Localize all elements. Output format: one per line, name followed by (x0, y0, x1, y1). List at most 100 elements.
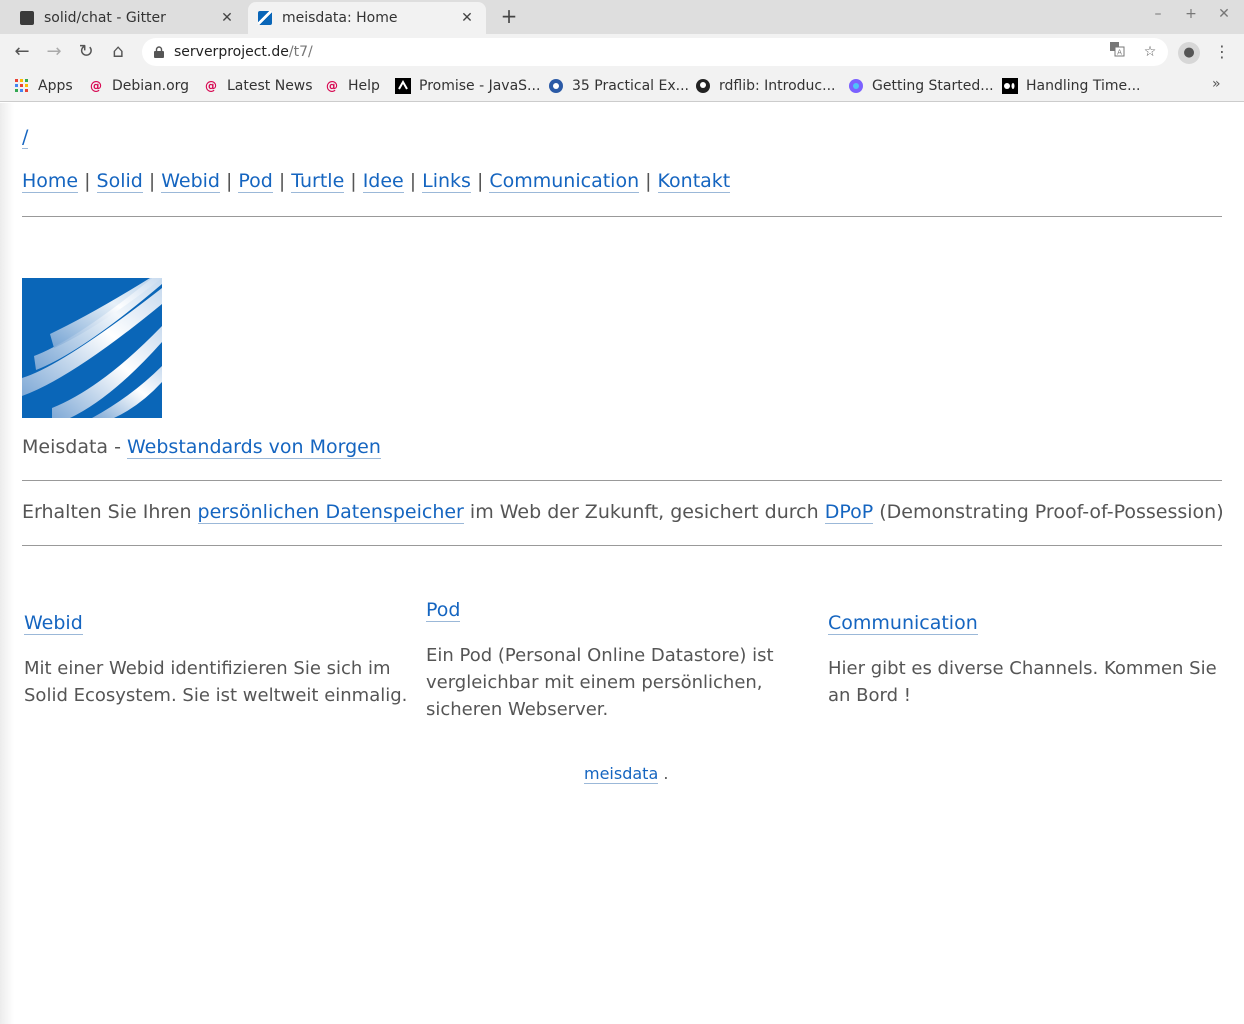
bookmark-getting-started[interactable]: Getting Started... (848, 76, 994, 96)
nav-pod[interactable]: Pod (238, 170, 273, 193)
divider (22, 545, 1222, 546)
bookmark-label: Latest News (227, 78, 313, 94)
bookmark-label: Help (348, 78, 380, 94)
bookmark-debian[interactable]: @ Debian.org (88, 76, 189, 96)
more-bookmarks-icon[interactable]: » (1212, 76, 1221, 92)
main-nav: Home | Solid | Webid | Pod | Turtle | Idee | Links | C… (22, 170, 731, 193)
medium-icon (1002, 78, 1018, 94)
footer: meisdata . (584, 764, 669, 784)
url-host: serverproject.de (174, 44, 289, 60)
bookmark-latest-news[interactable]: @ Latest News (203, 76, 313, 96)
translate-icon[interactable]: A (1106, 41, 1128, 63)
dpop-link[interactable]: DPoP (824, 501, 874, 524)
tab-title: meisdata: Home (282, 10, 398, 26)
nav-home[interactable]: Home (22, 170, 79, 193)
page-body (0, 103, 1244, 1024)
communication-description: Hier gibt es diverse Channels. Kommen Si… (828, 658, 1217, 706)
bookmark-label: rdflib: Introduc... (719, 78, 836, 94)
mdn-icon (395, 78, 411, 94)
feature-pod: Pod Ein Pod (Personal Online Datastore) … (426, 597, 796, 723)
tab-meisdata[interactable]: meisdata: Home ✕ (248, 2, 486, 34)
more-menu-icon[interactable]: ⋮ (1212, 40, 1232, 64)
profile-avatar-icon[interactable]: ● (1178, 42, 1200, 64)
site-icon (548, 78, 564, 94)
new-tab-button[interactable]: + (498, 6, 520, 28)
close-icon[interactable]: ✕ (218, 10, 236, 26)
bookmark-label: Promise - JavaS... (419, 78, 541, 94)
bookmark-handling-time[interactable]: Handling Time... (1002, 76, 1140, 96)
footer-suffix: . (658, 764, 669, 783)
bookmark-help[interactable]: @ Help (324, 76, 380, 96)
nav-separator: | (645, 170, 652, 192)
debian-icon: @ (205, 79, 217, 93)
intro-text: Erhalten Sie Ihren persönlichen Datenspe… (22, 501, 1224, 524)
footer-meisdata-link[interactable]: meisdata (584, 764, 659, 784)
nav-turtle[interactable]: Turtle (291, 170, 345, 193)
browser-toolbar: ← → ↻ ⌂ serverproject.de/t7/ A ☆ ● ⋮ (0, 34, 1244, 70)
bookmark-rdflib[interactable]: rdflib: Introduc... (695, 76, 835, 96)
window-close-icon[interactable]: ✕ (1214, 6, 1234, 22)
intro-middle: im Web der Zukunft, gesichert durch (463, 501, 825, 523)
nav-links[interactable]: Links (422, 170, 471, 193)
url-path: /t7/ (288, 44, 313, 60)
nav-separator: | (409, 170, 417, 192)
tagline-link[interactable]: Webstandards von Morgen (127, 436, 381, 459)
close-icon[interactable]: ✕ (458, 10, 476, 26)
intro-after: (Demonstrating Proof-of-Possession) (873, 501, 1224, 523)
nav-idee[interactable]: Idee (362, 170, 404, 193)
tab-strip: solid/chat - Gitter ✕ meisdata: Home ✕ +… (0, 0, 1244, 34)
tab-title: solid/chat - Gitter (44, 10, 166, 26)
bookmarks-bar: Apps @ Debian.org @ Latest News @ Help P… (0, 70, 1244, 102)
webid-description: Mit einer Webid identifizieren Sie sich … (24, 658, 408, 706)
home-button[interactable]: ⌂ (105, 39, 131, 65)
breadcrumb: / (22, 126, 29, 149)
nav-kontakt[interactable]: Kontakt (657, 170, 731, 193)
back-button[interactable]: ← (9, 39, 35, 65)
bookmark-label: Apps (38, 78, 73, 94)
nav-separator: | (148, 170, 156, 192)
bookmark-label: Handling Time... (1026, 78, 1141, 94)
nav-communication[interactable]: Communication (489, 170, 640, 193)
github-icon (695, 78, 711, 94)
nav-separator: | (476, 170, 484, 192)
debian-icon: @ (326, 79, 338, 93)
feature-webid: Webid Mit einer Webid identifizieren Sie… (24, 610, 414, 709)
nav-separator: | (226, 170, 233, 192)
nav-separator: | (84, 170, 91, 192)
intro-before: Erhalten Sie Ihren (22, 501, 198, 523)
address-bar[interactable]: serverproject.de/t7/ (142, 38, 1168, 66)
divider (22, 480, 1222, 481)
bookmark-promise[interactable]: Promise - JavaS... (395, 76, 540, 96)
bookmark-practical-examples[interactable]: 35 Practical Ex... (548, 76, 689, 96)
communication-heading-link[interactable]: Communication (828, 612, 978, 635)
svg-text:A: A (1117, 49, 1122, 57)
pod-description: Ein Pod (Personal Online Datastore) ist … (426, 645, 774, 720)
nav-separator: | (350, 170, 357, 192)
pod-heading-link[interactable]: Pod (426, 599, 461, 622)
nav-webid[interactable]: Webid (161, 170, 220, 193)
webid-heading-link[interactable]: Webid (24, 612, 83, 635)
breadcrumb-root-link[interactable]: / (22, 126, 29, 149)
apps-grid-icon (14, 78, 30, 94)
tagline-prefix: Meisdata - (22, 436, 127, 458)
reload-button[interactable]: ↻ (73, 39, 99, 65)
meisdata-icon (258, 11, 272, 25)
bookmark-star-icon[interactable]: ☆ (1139, 41, 1161, 63)
page-edge-shadow (0, 103, 14, 1024)
maximize-icon[interactable]: + (1181, 6, 1201, 22)
bookmark-label: 35 Practical Ex... (572, 78, 689, 94)
minimize-icon[interactable]: – (1148, 6, 1168, 22)
forward-button[interactable]: → (41, 39, 67, 65)
debian-icon: @ (90, 79, 102, 93)
bookmark-apps[interactable]: Apps (14, 76, 73, 96)
tagline: Meisdata - Webstandards von Morgen (22, 436, 381, 459)
site-icon (848, 78, 864, 94)
divider (22, 216, 1222, 217)
nav-solid[interactable]: Solid (96, 170, 143, 193)
lock-icon (154, 46, 164, 58)
nav-separator: | (278, 170, 286, 192)
feature-communication: Communication Hier gibt es diverse Chann… (828, 610, 1224, 709)
datenspeicher-link[interactable]: persönlichen Datenspeicher (197, 501, 464, 524)
bookmark-label: Debian.org (112, 78, 190, 94)
tab-gitter[interactable]: solid/chat - Gitter ✕ (10, 2, 246, 34)
